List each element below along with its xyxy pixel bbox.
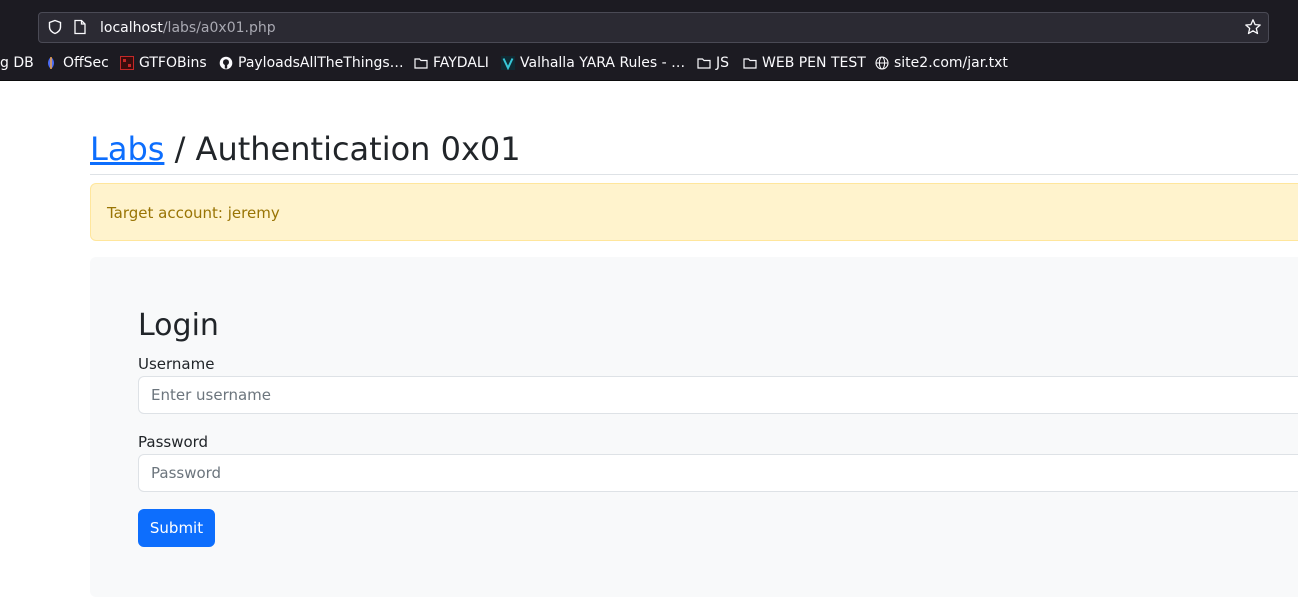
browser-chrome: localhost/labs/a0x01.php g DB OffSec GTF…: [0, 0, 1298, 81]
bookmark-item[interactable]: g DB: [0, 54, 34, 72]
bookmark-star-icon[interactable]: [1244, 18, 1262, 36]
valhalla-icon: [501, 56, 515, 70]
bookmark-item[interactable]: WEB PEN TEST: [743, 54, 866, 72]
url-bar[interactable]: localhost/labs/a0x01.php: [38, 12, 1269, 43]
alert-text: Target account: jeremy: [107, 204, 280, 222]
bookmark-item[interactable]: PayloadsAllTheThings…: [219, 54, 404, 72]
folder-icon: [743, 58, 757, 69]
globe-icon: [875, 56, 889, 70]
url-host: localhost: [100, 20, 163, 36]
bookmark-item[interactable]: site2.com/jar.txt: [875, 54, 1008, 72]
tracking-protection-shield-icon[interactable]: [47, 19, 63, 35]
bookmark-label: FAYDALI: [433, 55, 489, 71]
password-input[interactable]: [138, 454, 1298, 492]
submit-button[interactable]: Submit: [138, 509, 215, 547]
breadcrumb-separator: /: [164, 130, 196, 168]
login-card: Login Username Password Submit: [90, 257, 1298, 597]
bookmark-label: g DB: [0, 55, 34, 71]
title-divider: [90, 174, 1298, 175]
page-info-icon[interactable]: [73, 19, 87, 35]
page-title-text: Authentication 0x01: [195, 130, 521, 168]
bookmark-label: WEB PEN TEST: [762, 55, 866, 71]
gtfobins-icon: [120, 56, 134, 70]
bookmark-label: OffSec: [63, 55, 109, 71]
folder-icon: [697, 58, 711, 69]
username-input[interactable]: [138, 376, 1298, 414]
bookmark-item[interactable]: Valhalla YARA Rules - …: [501, 54, 685, 72]
login-title: Login: [138, 308, 219, 343]
offsec-icon: [48, 57, 54, 69]
folder-icon: [414, 58, 428, 69]
bookmark-item[interactable]: OffSec: [44, 54, 109, 72]
bookmarks-toolbar: g DB OffSec GTFOBins PayloadsAllTheThing…: [0, 50, 1298, 76]
url-path: /labs/a0x01.php: [162, 20, 276, 36]
password-label: Password: [138, 433, 209, 451]
breadcrumb-labs-link[interactable]: Labs: [90, 130, 164, 168]
bookmark-item[interactable]: GTFOBins: [120, 54, 207, 72]
bookmark-label: GTFOBins: [139, 55, 207, 71]
bookmark-label: Valhalla YARA Rules - …: [520, 55, 686, 71]
url-text[interactable]: localhost/labs/a0x01.php: [100, 19, 276, 37]
bookmark-item[interactable]: FAYDALI: [414, 54, 489, 72]
bookmark-label: PayloadsAllTheThings…: [238, 55, 404, 71]
username-label: Username: [138, 355, 215, 373]
page-title: Labs / Authentication 0x01: [90, 129, 521, 169]
github-icon: [219, 56, 233, 70]
page-content: Labs / Authentication 0x01 Target accoun…: [0, 81, 1298, 597]
target-account-alert: Target account: jeremy: [90, 183, 1298, 241]
bookmark-label: JS: [716, 55, 730, 71]
bookmark-label: site2.com/jar.txt: [894, 55, 1008, 71]
bookmark-item[interactable]: JS: [697, 54, 729, 72]
